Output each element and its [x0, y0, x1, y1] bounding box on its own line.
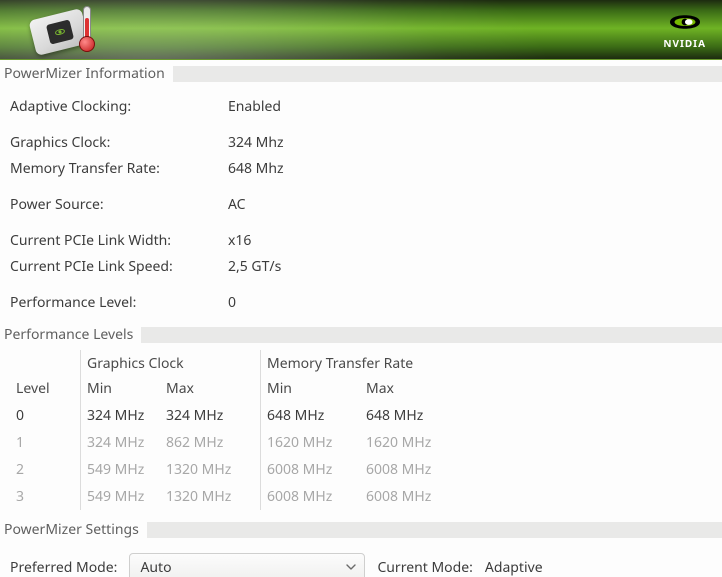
- label-power-source: Power Source:: [10, 195, 228, 214]
- row-pcie-width: Current PCIe Link Width: x16: [10, 227, 718, 253]
- thermometer-icon: [78, 6, 94, 52]
- th-blank2: [460, 360, 560, 366]
- table-cell: 6008 MHz: [360, 456, 460, 483]
- row-pcie-speed: Current PCIe Link Speed: 2,5 GT/s: [10, 253, 718, 279]
- label-pcie-speed: Current PCIe Link Speed:: [10, 257, 228, 276]
- nvidia-wordmark: NVIDIA: [663, 36, 706, 50]
- table-cell: 648 MHz: [360, 402, 460, 429]
- table-cell: 1620 MHz: [360, 429, 460, 456]
- th-level: Level: [10, 375, 80, 402]
- performance-levels-table: Graphics Clock Memory Transfer Rate Leve…: [0, 348, 722, 516]
- table-cell: 648 MHz: [260, 402, 360, 429]
- table-cell: 324 MHz: [80, 429, 160, 456]
- section-divider: [173, 66, 722, 82]
- label-performance-level: Performance Level:: [10, 293, 228, 312]
- section-divider: [141, 327, 722, 343]
- table-cell: 3: [10, 483, 80, 510]
- th-graphics-clock: Graphics Clock: [80, 350, 260, 375]
- th-gmax: Max: [160, 375, 260, 402]
- value-memory-transfer: 648 Mhz: [228, 159, 284, 178]
- table-cell: 324 MHz: [160, 402, 260, 429]
- powermizer-settings: Preferred Mode: Auto Current Mode: Adapt…: [0, 543, 722, 577]
- table-cell: 862 MHz: [160, 429, 260, 456]
- section-divider: [147, 522, 722, 538]
- label-memory-transfer: Memory Transfer Rate:: [10, 159, 228, 178]
- table-cell: 0: [10, 402, 80, 429]
- table-cell: 6008 MHz: [360, 483, 460, 510]
- row-memory-transfer: Memory Transfer Rate: 648 Mhz: [10, 155, 718, 181]
- value-power-source: AC: [228, 195, 246, 214]
- th-mmax: Max: [360, 375, 460, 402]
- banner: NVIDIA: [0, 0, 722, 60]
- section-header-info: PowerMizer Information: [0, 60, 722, 87]
- table-cell: 1: [10, 429, 80, 456]
- value-current-mode: Adaptive: [485, 558, 543, 577]
- table-cell: 6008 MHz: [260, 483, 360, 510]
- label-adaptive-clocking: Adaptive Clocking:: [10, 97, 228, 116]
- section-title: PowerMizer Information: [4, 64, 165, 83]
- chevron-down-icon: [346, 558, 356, 577]
- value-pcie-width: x16: [228, 231, 251, 250]
- table-cell: 324 MHz: [80, 402, 160, 429]
- section-header-settings: PowerMizer Settings: [0, 516, 722, 543]
- nvidia-eye-icon: [667, 10, 703, 34]
- label-preferred-mode: Preferred Mode:: [10, 558, 117, 577]
- row-graphics-clock: Graphics Clock: 324 Mhz: [10, 129, 718, 155]
- table-cell: 6008 MHz: [260, 456, 360, 483]
- row-adaptive-clocking: Adaptive Clocking: Enabled: [10, 93, 718, 119]
- value-adaptive-clocking: Enabled: [228, 97, 281, 116]
- table-cell: 1320 MHz: [160, 456, 260, 483]
- powermizer-info: Adaptive Clocking: Enabled Graphics Cloc…: [0, 87, 722, 321]
- table-cell: 1620 MHz: [260, 429, 360, 456]
- value-graphics-clock: 324 Mhz: [228, 133, 284, 152]
- nvidia-logo: NVIDIA: [663, 10, 706, 50]
- value-performance-level: 0: [228, 293, 236, 312]
- preferred-mode-value: Auto: [140, 558, 171, 577]
- section-title: Performance Levels: [4, 325, 133, 344]
- label-current-mode: Current Mode:: [377, 558, 472, 577]
- table-cell: 549 MHz: [80, 456, 160, 483]
- row-performance-level: Performance Level: 0: [10, 289, 718, 315]
- label-graphics-clock: Graphics Clock:: [10, 133, 228, 152]
- table-cell: 549 MHz: [80, 483, 160, 510]
- value-pcie-speed: 2,5 GT/s: [228, 257, 281, 276]
- preferred-mode-combobox[interactable]: Auto: [129, 553, 365, 577]
- label-pcie-width: Current PCIe Link Width:: [10, 231, 228, 250]
- table-cell: 2: [10, 456, 80, 483]
- th-memory-transfer: Memory Transfer Rate: [260, 350, 460, 375]
- row-power-source: Power Source: AC: [10, 191, 718, 217]
- th-mmin: Min: [260, 375, 360, 402]
- section-header-levels: Performance Levels: [0, 321, 722, 348]
- table-cell: 1320 MHz: [160, 483, 260, 510]
- th-gmin: Min: [80, 375, 160, 402]
- th-blank: [10, 360, 80, 366]
- section-title: PowerMizer Settings: [4, 520, 139, 539]
- gpu-temp-icon: [30, 8, 100, 52]
